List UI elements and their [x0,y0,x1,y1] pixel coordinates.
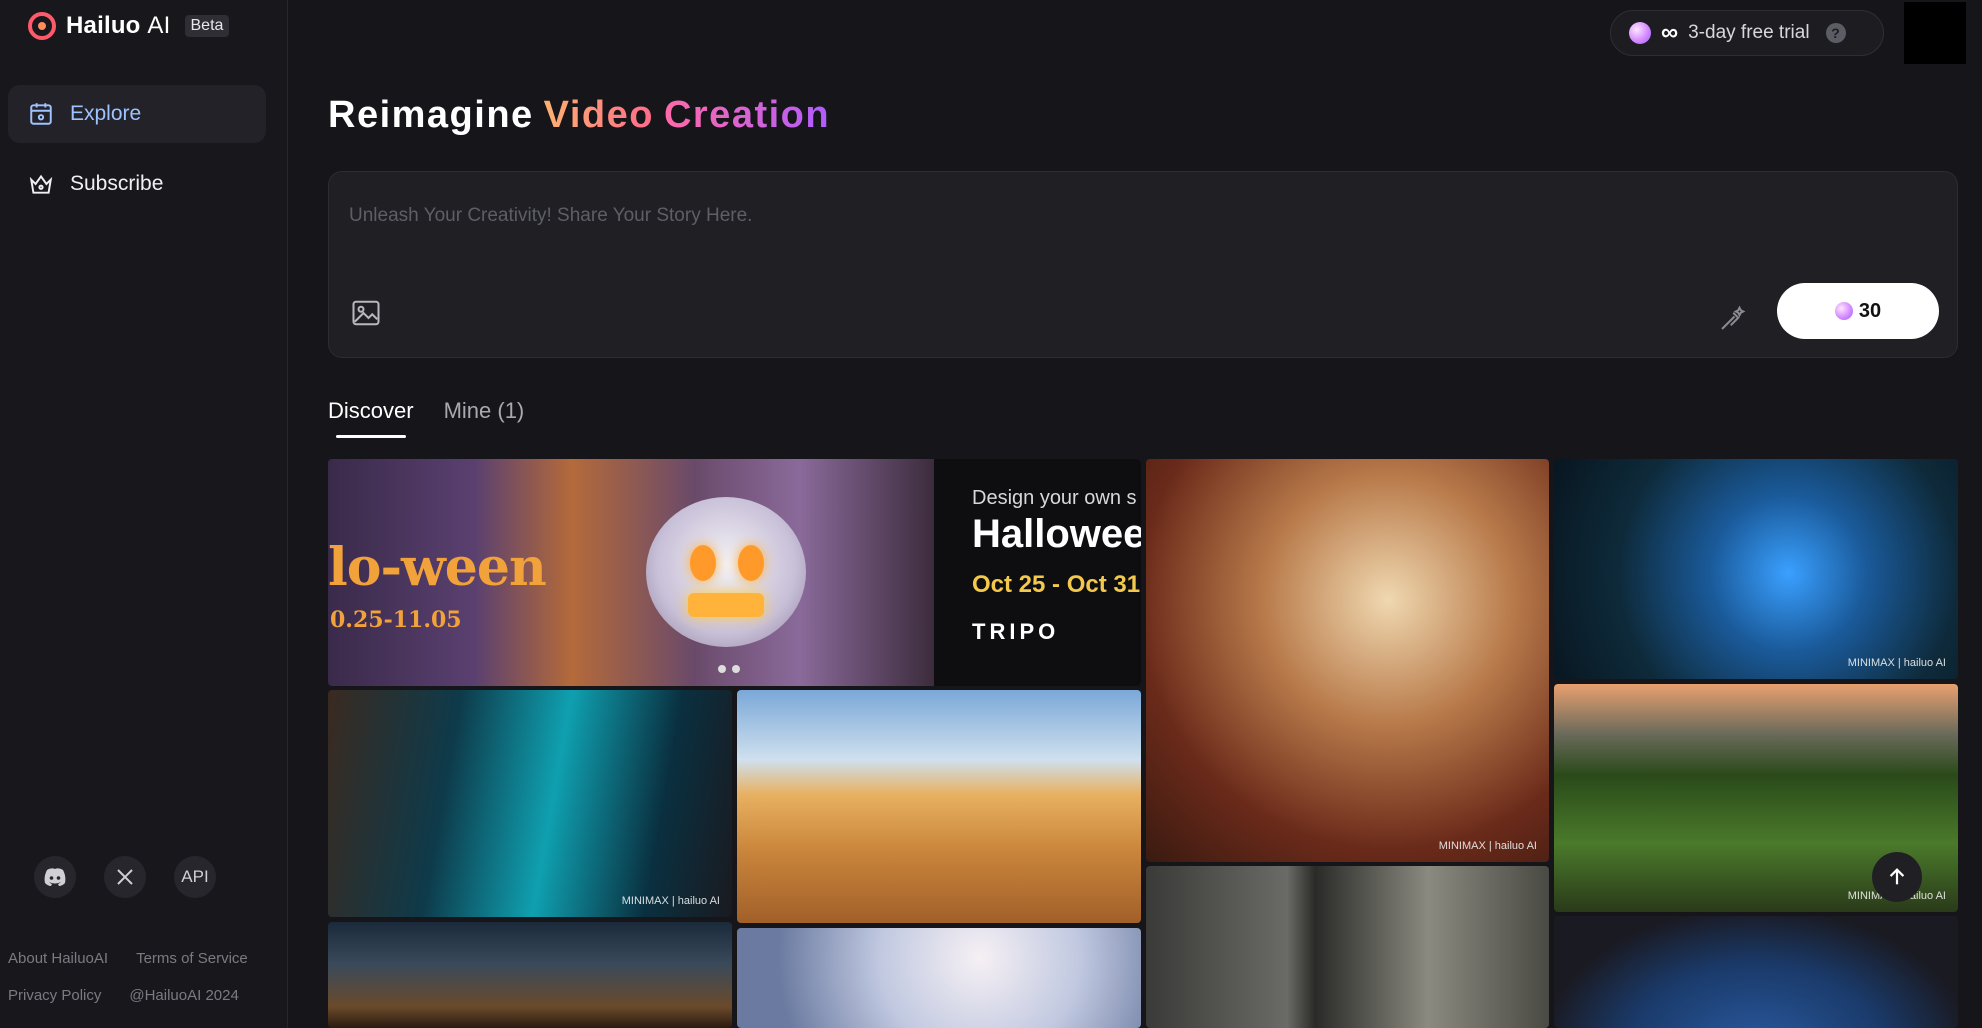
pumpkin-image [646,497,806,647]
sidebar-item-subscribe[interactable]: Subscribe [8,155,266,213]
infinity-icon: ∞ [1661,19,1679,46]
title-word-2: Video [543,94,654,136]
sidebar-item-explore[interactable]: Explore [8,85,266,143]
sidebar-item-label: Explore [70,102,142,125]
sidebar: Hailuo AI Beta Explore Subscribe API Abo… [0,0,288,1028]
gallery-item-night-scene[interactable] [328,922,732,1028]
trial-label: 3-day free trial [1688,22,1810,43]
x-logo-icon[interactable] [104,856,146,898]
copyright-text: @HailuoAI 2024 [129,987,239,1004]
scroll-to-top-button[interactable] [1872,852,1922,902]
prompt-box: 30 [328,171,1958,358]
crown-icon [29,174,53,194]
pumpkin-eye [690,545,716,581]
api-button[interactable]: API [174,856,216,898]
app-name-suffix: AI [147,12,171,39]
about-link[interactable]: About HailuoAI [8,950,108,967]
gallery-item-desert-temple[interactable] [737,690,1141,923]
generate-credits: 30 [1858,299,1882,322]
gallery-item-bunny[interactable] [737,928,1141,1028]
app-root: Hailuo AI Beta Explore Subscribe API Abo… [0,0,1982,1028]
watermark: MINIMAX | hailuo AI [621,895,720,907]
hailuo-logo-icon [28,12,56,40]
tabs: Discover Mine (1) [328,398,524,438]
free-trial-pill[interactable]: ∞ 3-day free trial ? [1610,10,1884,56]
beta-badge: Beta [184,15,230,37]
title-word-1: Reimagine [328,94,534,136]
gallery-item-dragon[interactable]: MINIMAX | hailuo AI [1146,459,1549,862]
image-upload-icon[interactable] [351,298,381,328]
gallery-item-vase[interactable] [1554,916,1958,1028]
gallery-item-blue-monster[interactable]: MINIMAX | hailuo AI [1554,459,1958,679]
title-word-3: Creation [663,94,831,136]
logo[interactable]: Hailuo AI Beta [28,12,230,40]
gallery-item-portraits[interactable] [1146,866,1549,1028]
prompt-input[interactable] [349,196,1929,236]
privacy-link[interactable]: Privacy Policy [8,987,101,1004]
credit-gem-icon [1629,22,1651,44]
discord-icon[interactable] [34,856,76,898]
sidebar-item-label: Subscribe [70,172,164,195]
app-name: Hailuo AI [66,12,171,40]
terms-link[interactable]: Terms of Service [136,950,248,967]
magic-wand-icon[interactable] [1717,304,1747,334]
social-links: API [34,856,216,898]
arrow-up-icon [1889,868,1905,885]
banner-promo: Design your own s Hallowee Oct 25 - Oct … [934,459,1141,686]
page-title: Reimagine Video Creation [328,94,830,137]
carousel-dots[interactable] [718,665,740,673]
watermark: MINIMAX | hailuo AI [1438,840,1537,852]
promo-line-1: Design your own s [972,487,1137,509]
avatar[interactable] [1904,2,1966,64]
promo-line-3: Oct 25 - Oct 31 [972,571,1141,598]
promo-line-2: Hallowee [972,512,1141,556]
banner-date: 0.25-11.05 [330,607,462,633]
pumpkin-eye [738,545,764,581]
explore-icon [30,103,52,125]
credit-gem-icon [1834,302,1853,320]
watermark: MINIMAX | hailuo AI [1847,657,1946,669]
footer-links: About HailuoAI Terms of Service Privacy … [8,950,278,1024]
generate-button[interactable]: 30 [1777,283,1939,339]
tab-discover[interactable]: Discover [328,398,414,438]
tab-mine[interactable]: Mine (1) [444,398,525,438]
pumpkin-mouth [688,593,764,617]
help-icon[interactable]: ? [1825,23,1846,43]
gallery-item-tech-interface[interactable]: MINIMAX | hailuo AI [328,690,732,917]
promo-line-4: TRIPO [972,619,1060,644]
app-name-main: Hailuo [66,12,141,39]
banner-title: lo-ween [328,537,547,598]
halloween-banner[interactable]: lo-ween 0.25-11.05 Design your own s Hal… [328,459,1141,686]
